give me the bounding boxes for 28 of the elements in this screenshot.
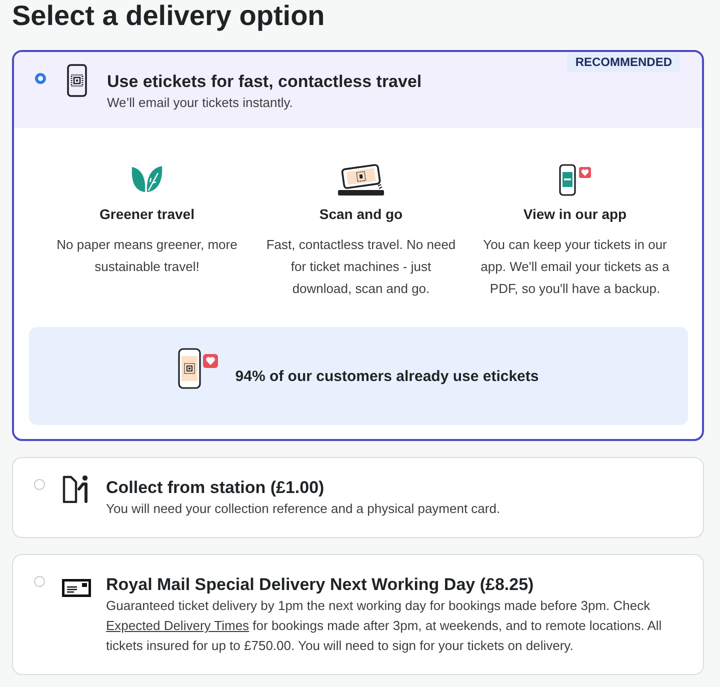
envelope-icon: [62, 579, 90, 597]
option-title: Use etickets for fast, contactless travel: [107, 71, 423, 93]
text-link[interactable]: Expected Delivery Times: [106, 618, 250, 633]
kiosk-person-icon: [62, 474, 90, 503]
ticket-icon: [67, 64, 87, 97]
leaf-icon: [131, 164, 163, 194]
radio-button[interactable]: [34, 479, 45, 490]
recommended-badge: RECOMMENDED: [567, 53, 680, 72]
feature-heading: Scan and go: [319, 205, 403, 224]
feature-text: No paper means greener, more sustainable travel!: [56, 236, 238, 276]
option-description: Guaranteed ticket delivery by 1pm the next working day for bookings made before 3pm. Check Expected Delivery Times for bookings made after 3pm, at weekends, and to remote locations. All tickets insured for up to £750.00. You will need to sign for your tickets on delivery.: [106, 597, 663, 655]
option-title: Collect from station (£1.00): [106, 477, 326, 499]
ticket-scanner-icon: [338, 164, 384, 196]
radio-button[interactable]: [35, 73, 46, 84]
feature-heading: View in our app: [523, 205, 627, 224]
page-title: Select a delivery option: [12, 0, 326, 32]
delivery-option-card[interactable]: Collect from station (£1.00) You will need your collection reference and a physical payment card.: [12, 457, 704, 538]
stat-text: 94% of our customers already use etickets: [235, 367, 539, 387]
delivery-option-card[interactable]: [12, 50, 704, 441]
option-title: Royal Mail Special Delivery Next Working Day (£8.25): [106, 574, 535, 596]
feature-heading: Greener travel: [100, 205, 194, 224]
option-description: You will need your collection reference and a physical payment card.: [106, 500, 502, 518]
feature-text: You can keep your tickets in our app. We'll email your tickets as a PDF, so you'll have a backup.: [480, 236, 670, 298]
phone-heart-icon: [178, 348, 220, 389]
radio-button[interactable]: [34, 576, 45, 587]
option-description: We’ll email your tickets instantly.: [107, 94, 294, 112]
feature-text: Fast, contactless travel. No need for ticket machines - just download, scan and go.: [265, 236, 457, 298]
phone-heart-icon: [558, 164, 592, 196]
